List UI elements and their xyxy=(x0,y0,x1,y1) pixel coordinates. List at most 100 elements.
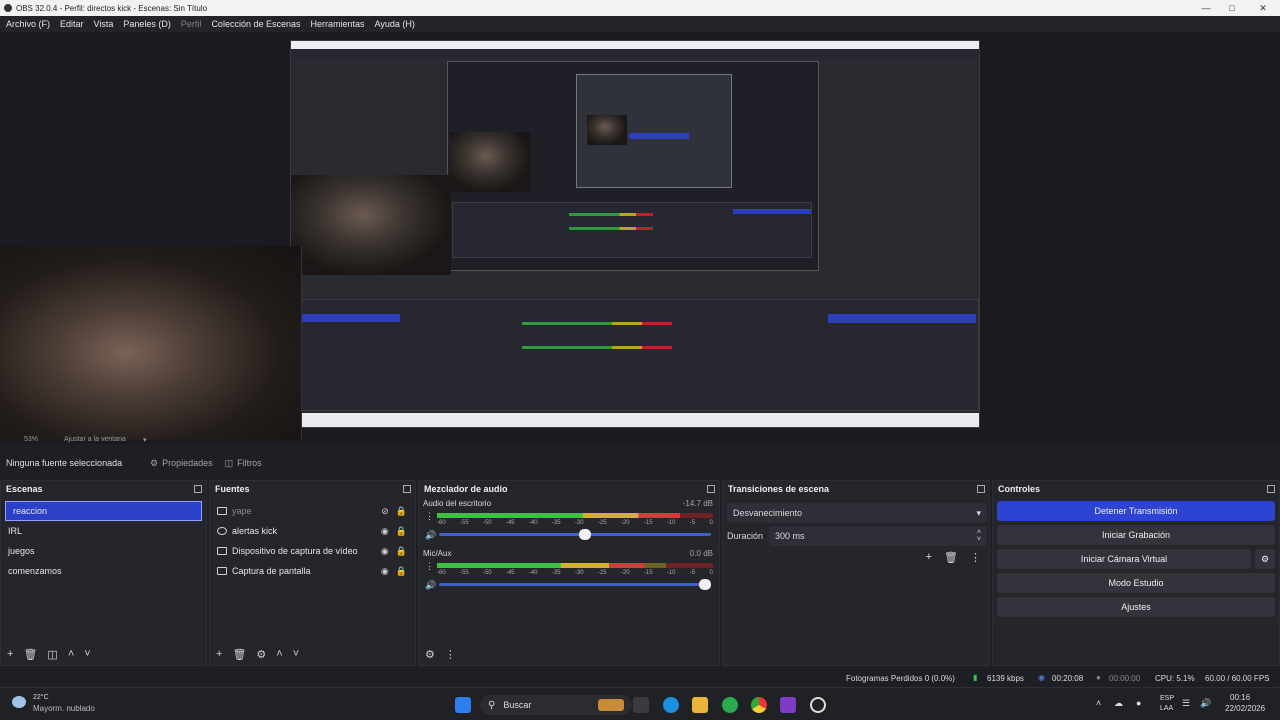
fit-dropdown-icon[interactable]: ▾ xyxy=(143,436,147,444)
virtual-camera-settings-icon[interactable]: ⚙ xyxy=(1255,549,1275,569)
source-properties-icon[interactable]: ⚙ xyxy=(256,648,266,661)
edge-icon[interactable] xyxy=(663,697,679,713)
eye-icon[interactable]: ◉ xyxy=(381,566,389,577)
minimize-button[interactable]: — xyxy=(1193,0,1219,16)
file-explorer-icon[interactable] xyxy=(692,697,708,713)
eye-icon[interactable]: ◉ xyxy=(381,546,389,557)
clock-time[interactable]: 00:16 xyxy=(1230,693,1250,702)
speaker-icon[interactable]: 🔊 xyxy=(425,580,436,591)
scene-item[interactable]: juegos xyxy=(1,541,206,561)
menu-herramientas[interactable]: Herramientas xyxy=(311,19,365,29)
remove-source-icon[interactable]: 🗑 xyxy=(232,648,246,661)
filters-button[interactable]: ◫ Filtros xyxy=(219,454,268,472)
add-scene-icon[interactable]: + xyxy=(7,648,13,660)
clock-date[interactable]: 22/02/2026 xyxy=(1225,704,1265,713)
menu-vista[interactable]: Vista xyxy=(94,19,114,29)
kebab-menu-icon[interactable]: ⋮ xyxy=(425,561,434,572)
meter-tick-label: -45 xyxy=(505,570,515,576)
hidden-eye-icon[interactable]: ⊘ xyxy=(381,506,389,517)
kebab-menu-icon[interactable]: ⋮ xyxy=(425,511,434,522)
menu-paneles[interactable]: Paneles (D) xyxy=(123,19,171,29)
lock-icon[interactable]: 🔒 xyxy=(396,526,407,537)
weather-temp: 22°C xyxy=(33,694,49,701)
meter-tick-label: -5 xyxy=(689,520,696,526)
close-button[interactable]: ✕ xyxy=(1250,0,1276,16)
maximize-button[interactable]: □ xyxy=(1219,0,1245,16)
meter-ticks: -60 -55 -50 -45 -40 -35 -30 -25 -20 -15 -10 -5 0 xyxy=(437,520,713,526)
move-up-icon[interactable]: ˄ xyxy=(68,648,74,660)
language-indicator[interactable]: ESP xyxy=(1160,695,1174,702)
menu-ayuda[interactable]: Ayuda (H) xyxy=(375,19,415,29)
volume-slider[interactable] xyxy=(439,579,711,590)
scene-item[interactable]: comenzamos xyxy=(1,561,206,581)
spin-arrows-icon[interactable]: ˄ ˅ xyxy=(977,529,981,543)
tray-chevron-icon[interactable]: ˄ xyxy=(1096,698,1101,708)
duration-spinbox[interactable]: 300 ms ˄ ˅ xyxy=(769,526,987,546)
speaker-icon[interactable]: 🔊 xyxy=(425,530,436,541)
task-view-icon[interactable] xyxy=(633,697,649,713)
lock-icon[interactable]: 🔒 xyxy=(396,566,407,577)
weather-icon[interactable] xyxy=(12,696,26,708)
windows-start-icon[interactable] xyxy=(455,697,471,713)
undock-icon[interactable] xyxy=(707,485,715,493)
scene-filters-icon[interactable]: ◫ xyxy=(47,648,57,661)
transition-select[interactable]: Desvanecimiento ▾ xyxy=(727,503,987,523)
keyboard-layout[interactable]: LAA xyxy=(1160,705,1173,712)
lock-icon[interactable]: 🔒 xyxy=(396,546,407,557)
remove-scene-icon[interactable]: 🗑 xyxy=(23,648,37,661)
scene-item[interactable]: reaccion xyxy=(5,501,202,521)
remove-transition-icon[interactable]: 🗑 xyxy=(944,551,958,564)
undock-icon[interactable] xyxy=(977,485,985,493)
controls-dock: Controles Detener Transmisión Iniciar Gr… xyxy=(992,480,1280,666)
undock-icon[interactable] xyxy=(403,485,411,493)
preview-zoom-row: 53% Ajustar a la ventana ▾ xyxy=(0,436,300,446)
fit-mode[interactable]: Ajustar a la ventana xyxy=(64,436,126,443)
settings-button[interactable]: Ajustes xyxy=(997,597,1275,617)
mixer-menu-icon[interactable]: ⋮ xyxy=(445,648,456,661)
chrome-icon[interactable] xyxy=(751,697,767,713)
source-item[interactable]: Dispositivo de captura de vídeo ◉ 🔒 xyxy=(210,541,415,561)
volume-slider-knob[interactable] xyxy=(699,579,711,590)
properties-button[interactable]: ⚙ Propiedades xyxy=(144,454,219,472)
move-down-icon[interactable]: ˅ xyxy=(293,648,299,660)
eye-icon[interactable]: ◉ xyxy=(381,526,389,537)
fps: 60.00 / 60.00 FPS xyxy=(1205,674,1270,683)
source-item[interactable]: alertas kick ◉ 🔒 xyxy=(210,521,415,541)
volume-icon[interactable]: 🔊 xyxy=(1200,698,1211,709)
taskbar-search[interactable]: ⚲ Buscar xyxy=(480,695,632,715)
transition-menu-icon[interactable]: ⋮ xyxy=(970,551,981,564)
add-transition-icon[interactable]: + xyxy=(926,551,932,564)
cpu-usage: CPU: 5.1% xyxy=(1155,674,1195,683)
move-up-icon[interactable]: ˄ xyxy=(276,648,282,660)
volume-slider[interactable] xyxy=(439,529,711,540)
scene-item[interactable]: IRL xyxy=(1,521,206,541)
record-icon: ● xyxy=(1096,673,1101,682)
menu-archivo[interactable]: Archivo (F) xyxy=(6,19,50,29)
volume-slider-knob[interactable] xyxy=(579,529,592,540)
start-recording-button[interactable]: Iniciar Grabación xyxy=(997,525,1275,545)
undock-icon[interactable] xyxy=(1267,485,1275,493)
meter-tick-label: -15 xyxy=(643,520,653,526)
mic-icon[interactable]: ● xyxy=(1136,698,1141,708)
menu-coleccion-escenas[interactable]: Colección de Escenas xyxy=(211,19,300,29)
zoom-level[interactable]: 53% xyxy=(24,436,38,443)
stop-streaming-button[interactable]: Detener Transmisión xyxy=(997,501,1275,521)
obs-taskbar-icon[interactable] xyxy=(810,697,826,713)
clapper-app-icon[interactable] xyxy=(780,697,796,713)
cloud-icon[interactable]: ☁ xyxy=(1114,698,1123,709)
source-item[interactable]: yape ⊘ 🔒 xyxy=(210,501,415,521)
start-virtual-camera-button[interactable]: Iniciar Cámara Virtual xyxy=(997,549,1251,569)
add-source-icon[interactable]: + xyxy=(216,648,222,660)
advanced-audio-icon[interactable]: ⚙ xyxy=(425,648,435,661)
lock-icon[interactable]: 🔒 xyxy=(396,506,407,517)
move-down-icon[interactable]: ˅ xyxy=(84,648,90,660)
gear-icon: ⚙ xyxy=(150,457,159,468)
meter-tick-label: -35 xyxy=(551,520,561,526)
whatsapp-icon[interactable] xyxy=(722,697,738,713)
undock-icon[interactable] xyxy=(194,485,202,493)
menu-editar[interactable]: Editar xyxy=(60,19,84,29)
studio-mode-button[interactable]: Modo Estudio xyxy=(997,573,1275,593)
source-item[interactable]: Captura de pantalla ◉ 🔒 xyxy=(210,561,415,581)
wifi-icon[interactable]: ☰ xyxy=(1182,698,1190,709)
meter-tick-label: -25 xyxy=(597,570,607,576)
